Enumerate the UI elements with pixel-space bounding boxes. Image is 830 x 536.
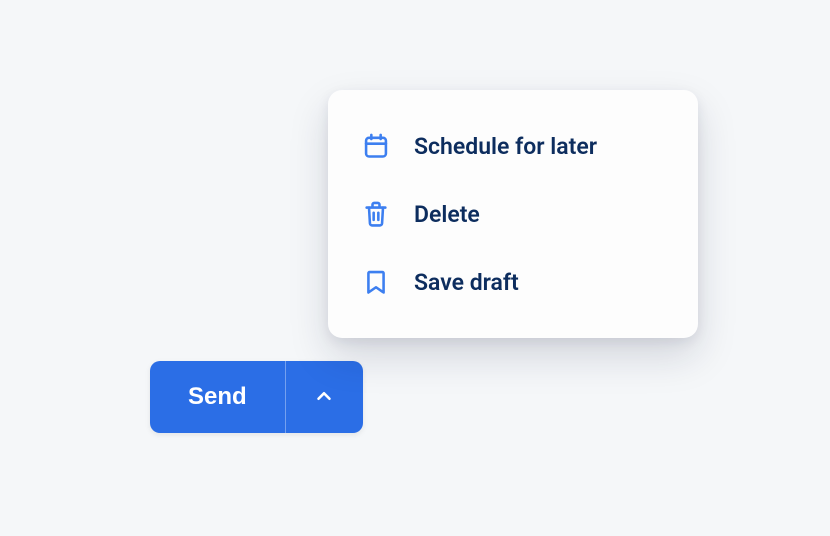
menu-item-delete[interactable]: Delete (328, 180, 698, 248)
menu-item-label: Delete (414, 201, 480, 228)
menu-item-label: Schedule for later (414, 133, 597, 160)
trash-icon (362, 200, 390, 228)
options-menu: Schedule for later Delete Save draft (328, 90, 698, 338)
more-options-button[interactable] (285, 361, 363, 433)
send-split-button: Send (150, 361, 363, 433)
send-button[interactable]: Send (150, 361, 285, 433)
menu-item-save-draft[interactable]: Save draft (328, 248, 698, 316)
menu-item-schedule[interactable]: Schedule for later (328, 112, 698, 180)
chevron-up-icon (313, 385, 335, 410)
menu-item-label: Save draft (414, 269, 519, 296)
bookmark-icon (362, 268, 390, 296)
calendar-icon (362, 132, 390, 160)
send-button-label: Send (188, 383, 247, 411)
